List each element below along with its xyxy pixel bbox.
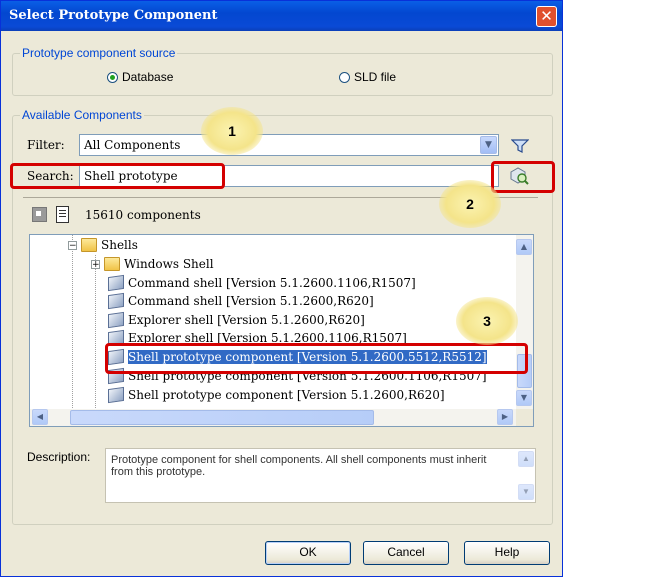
tree-item-component[interactable]: Command shell [Version 5.1.2600.1106,R15… bbox=[108, 274, 416, 292]
close-button[interactable]: ✕ bbox=[536, 6, 557, 27]
callout-1-label: 1 bbox=[228, 123, 236, 139]
tree-item-label: Command shell [Version 5.1.2600,R620] bbox=[128, 294, 374, 308]
collapse-expander-icon[interactable]: − bbox=[68, 240, 77, 250]
window-title: Select Prototype Component bbox=[9, 8, 218, 23]
scroll-left-button[interactable]: ◀ bbox=[32, 409, 48, 425]
horizontal-scrollbar[interactable]: ◀ ▶ bbox=[30, 409, 517, 426]
vertical-scrollbar[interactable]: ▲ ▼ bbox=[516, 235, 533, 410]
list-view-icon bbox=[59, 210, 66, 219]
dialog-window: Select Prototype Component ✕ Prototype c… bbox=[0, 0, 563, 577]
chevron-down-icon[interactable]: ▼ bbox=[480, 136, 497, 154]
callout-2: 2 bbox=[439, 180, 501, 228]
radio-unselected-icon bbox=[339, 71, 350, 83]
available-components-legend: Available Components bbox=[20, 108, 144, 122]
database-radio-label: Database bbox=[122, 70, 174, 84]
description-box: Prototype component for shell components… bbox=[105, 448, 536, 503]
callout-1: 1 bbox=[201, 107, 263, 155]
sld-file-radio-label: SLD file bbox=[354, 70, 397, 84]
sld-file-radio[interactable]: SLD file bbox=[339, 70, 396, 84]
expand-expander-icon[interactable]: + bbox=[91, 259, 100, 269]
tree-item-label: Shell prototype component [Version 5.1.2… bbox=[128, 388, 445, 402]
selected-item-highlight-box bbox=[105, 343, 528, 374]
cancel-button[interactable]: Cancel bbox=[363, 541, 449, 565]
component-icon bbox=[108, 311, 124, 329]
collapse-icon bbox=[36, 211, 41, 216]
callout-3: 3 bbox=[456, 297, 518, 345]
title-bar[interactable]: Select Prototype Component ✕ bbox=[1, 1, 562, 31]
description-label: Description: bbox=[27, 450, 91, 464]
filter-label: Filter: bbox=[27, 138, 65, 152]
tree-item-component[interactable]: Explorer shell [Version 5.1.2600,R620] bbox=[108, 311, 365, 329]
source-group-legend: Prototype component source bbox=[20, 46, 178, 60]
scroll-down-button[interactable]: ▼ bbox=[516, 390, 532, 406]
filter-dropdown[interactable]: All Components ▼ bbox=[79, 134, 499, 156]
tree-guide-line bbox=[95, 255, 96, 410]
folder-icon bbox=[104, 257, 120, 271]
tree-item-label: Windows Shell bbox=[124, 257, 214, 271]
callout-3-label: 3 bbox=[483, 313, 491, 329]
tree-item-label: Shells bbox=[101, 238, 138, 252]
collapse-button[interactable] bbox=[32, 207, 47, 222]
component-icon bbox=[108, 386, 124, 404]
folder-open-icon bbox=[81, 238, 97, 252]
tree-item-component[interactable]: Command shell [Version 5.1.2600,R620] bbox=[108, 292, 374, 310]
tree-item-label: Command shell [Version 5.1.2600.1106,R15… bbox=[128, 276, 416, 290]
radio-selected-icon bbox=[107, 71, 118, 83]
horizontal-scroll-thumb[interactable] bbox=[70, 410, 374, 425]
scroll-up-button[interactable]: ▲ bbox=[516, 239, 532, 255]
description-text: Prototype component for shell components… bbox=[111, 454, 487, 478]
tree-item-component[interactable]: Shell prototype component [Version 5.1.2… bbox=[108, 386, 445, 404]
help-button[interactable]: Help bbox=[464, 541, 550, 565]
tree-item-shells[interactable]: − Shells bbox=[68, 238, 138, 252]
ok-button[interactable]: OK bbox=[265, 541, 351, 565]
component-count: 15610 components bbox=[85, 208, 201, 222]
callout-2-label: 2 bbox=[466, 196, 474, 212]
scrollbar-corner bbox=[516, 409, 533, 426]
tree-item-label: Explorer shell [Version 5.1.2600,R620] bbox=[128, 313, 365, 327]
scroll-right-button[interactable]: ▶ bbox=[497, 409, 513, 425]
database-radio[interactable]: Database bbox=[107, 70, 173, 84]
list-view-button[interactable] bbox=[56, 206, 69, 223]
tree-item-windows-shell[interactable]: + Windows Shell bbox=[91, 257, 214, 271]
search-button-highlight-box bbox=[491, 161, 555, 193]
component-icon bbox=[108, 274, 124, 292]
tree-guide-line bbox=[72, 235, 73, 410]
description-scroll-down[interactable]: ▼ bbox=[518, 484, 534, 500]
component-icon bbox=[108, 292, 124, 310]
close-icon: ✕ bbox=[540, 7, 553, 25]
filter-value: All Components bbox=[84, 138, 181, 152]
funnel-icon[interactable] bbox=[511, 138, 529, 154]
search-highlight-box bbox=[10, 163, 225, 189]
description-scroll-up[interactable]: ▲ bbox=[518, 451, 534, 467]
